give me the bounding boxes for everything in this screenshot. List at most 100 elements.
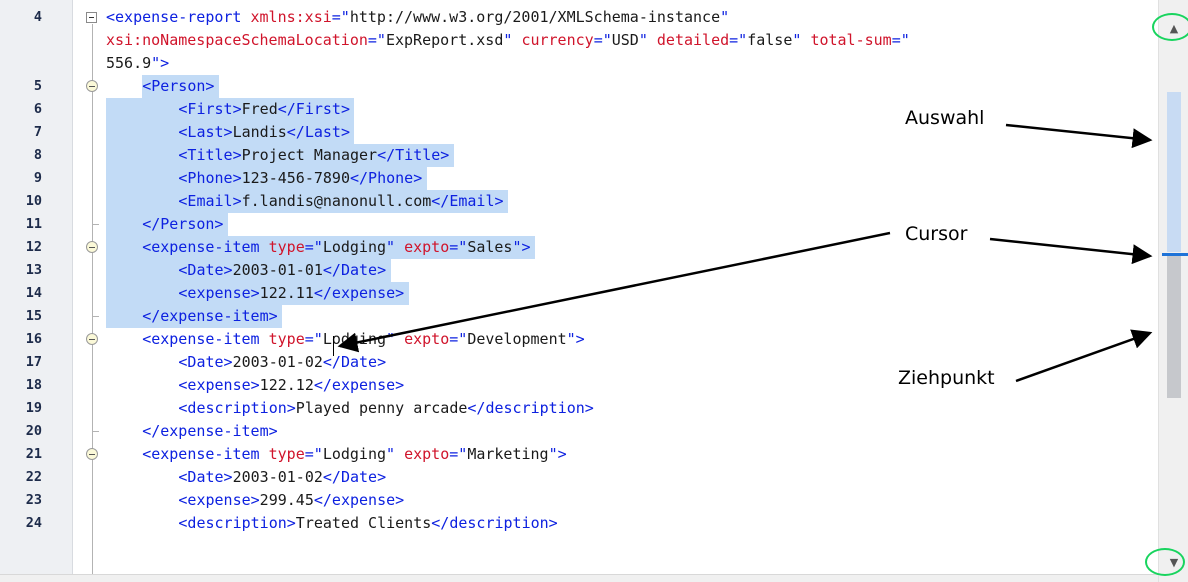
xml-markup: </Phone>	[349, 169, 423, 187]
line-number: 22	[25, 469, 42, 485]
xml-value: Fred	[241, 100, 278, 118]
xml-attribute-name: total-sum	[810, 31, 892, 49]
line-number: 23	[25, 492, 42, 508]
collapse-toggle-icon[interactable]	[86, 80, 98, 92]
xml-markup: ="	[729, 31, 748, 49]
xml-markup: <expense-item	[142, 445, 269, 463]
xml-markup: ="	[304, 238, 323, 256]
code-line: </expense-item>	[142, 305, 277, 328]
code-line: <expense-item type="Lodging" expto="Mark…	[142, 443, 566, 466]
xml-value: f.landis@nanonull.com	[241, 192, 432, 210]
xml-markup: ">	[548, 445, 567, 463]
code-line: <Date>2003-01-02</Date>	[178, 466, 386, 489]
vertical-scrollbar[interactable]: ▲ ▼	[1158, 0, 1188, 582]
xml-markup: ="	[593, 31, 612, 49]
xml-value: Lodging	[322, 445, 387, 463]
collapse-toggle-icon[interactable]	[86, 333, 98, 345]
code-line: </expense-item>	[142, 420, 277, 443]
line-number: 19	[25, 400, 42, 416]
xml-attribute-name: xsi:noNamespaceSchemaLocation	[106, 31, 368, 49]
xml-markup: ="	[449, 330, 468, 348]
fold-end-tick	[92, 224, 99, 225]
code-line: <Date>2003-01-01</Date>	[178, 259, 386, 282]
xml-attribute-name: type	[268, 238, 305, 256]
xml-markup: </First>	[277, 100, 350, 118]
xml-markup: </Title>	[377, 146, 450, 164]
code-line: <Person>	[142, 75, 214, 98]
selection-callout-label: Auswahl	[905, 107, 985, 129]
xml-attribute-name: expto	[404, 330, 450, 348]
top-arrow-highlight-ring	[1152, 13, 1188, 41]
xml-markup: </description>	[467, 399, 594, 417]
xml-markup: <Date>	[178, 261, 233, 279]
xml-markup: </expense>	[313, 491, 405, 509]
line-number: 21	[25, 446, 42, 462]
line-number: 15	[25, 308, 42, 324]
xml-attribute-name: detailed	[656, 31, 730, 49]
code-line: <expense-report xmlns:xsi="http://www.w3…	[106, 6, 729, 29]
fold-end-tick	[92, 316, 99, 317]
horizontal-scrollbar[interactable]	[0, 574, 1158, 582]
xml-markup: ">	[566, 330, 585, 348]
line-number: 9	[33, 170, 42, 186]
line-number: 13	[25, 262, 42, 278]
code-line: xsi:noNamespaceSchemaLocation="ExpReport…	[106, 29, 910, 52]
collapse-toggle-icon[interactable]	[86, 12, 97, 23]
xml-markup: </Date>	[322, 468, 387, 486]
xml-markup: <expense-item	[142, 330, 269, 348]
line-number: 4	[33, 9, 42, 25]
xml-markup: <description>	[178, 399, 296, 417]
xml-markup: </expense>	[313, 284, 405, 302]
collapse-toggle-icon[interactable]	[86, 448, 98, 460]
line-number: 6	[33, 101, 42, 117]
code-line: <Email>f.landis@nanonull.com</Email>	[178, 190, 503, 213]
xml-markup: <Phone>	[178, 169, 242, 187]
xml-markup: </expense-item>	[142, 422, 278, 440]
handle-callout-label: Ziehpunkt	[898, 367, 995, 389]
code-line: <expense>122.12</expense>	[178, 374, 404, 397]
xml-markup: <expense-item	[142, 238, 269, 256]
code-line: <Date>2003-01-02</Date>	[178, 351, 386, 374]
xml-markup: <expense>	[178, 284, 260, 302]
xml-markup: <Person>	[142, 77, 215, 95]
xml-markup: <Last>	[178, 123, 233, 141]
xml-value: 123-456-7890	[241, 169, 350, 187]
xml-value: Treated Clients	[295, 514, 432, 532]
xml-value: 122.12	[259, 376, 314, 394]
xml-markup: ">	[512, 238, 531, 256]
xml-value: 556.9	[106, 54, 152, 72]
xml-markup: ="	[449, 445, 468, 463]
xml-markup: </description>	[431, 514, 558, 532]
xml-value: Project Manager	[241, 146, 378, 164]
code-line: <expense-item type="Lodging" expto="Deve…	[142, 328, 585, 351]
code-line: <Phone>123-456-7890</Phone>	[178, 167, 422, 190]
xml-value: 122.11	[259, 284, 314, 302]
xml-value: 299.45	[259, 491, 314, 509]
xml-markup: "	[638, 31, 657, 49]
xml-markup: "	[720, 8, 730, 26]
xml-markup: "	[792, 31, 811, 49]
code-line: </Person>	[142, 213, 223, 236]
xml-markup: </expense>	[313, 376, 405, 394]
line-number: 24	[25, 515, 42, 531]
line-number: 12	[25, 239, 42, 255]
scrollbar-thumb[interactable]	[1167, 256, 1181, 398]
xml-markup: <Title>	[178, 146, 242, 164]
xml-markup: <expense-report	[106, 8, 251, 26]
line-number: 20	[25, 423, 42, 439]
collapse-toggle-icon[interactable]	[86, 241, 98, 253]
bottom-arrow-highlight-ring	[1145, 548, 1185, 576]
fold-end-tick	[92, 431, 99, 432]
xml-markup: ="	[304, 330, 323, 348]
code-line: 556.9">	[106, 52, 169, 75]
xml-value: Landis	[232, 123, 287, 141]
xml-value: Sales	[467, 238, 513, 256]
xml-markup: <Date>	[178, 468, 233, 486]
xml-markup: <Email>	[178, 192, 242, 210]
line-number: 14	[25, 285, 42, 301]
line-number: 18	[25, 377, 42, 393]
line-number: 7	[33, 124, 42, 140]
code-line: <Last>Landis</Last>	[178, 121, 350, 144]
code-line: <expense-item type="Lodging" expto="Sale…	[142, 236, 530, 259]
xml-editor[interactable]: 4 5 6 7 8 9 10 11 12 13 14 15 16 17 18 19 20 21 22 23 24 <ex…	[0, 0, 1188, 582]
